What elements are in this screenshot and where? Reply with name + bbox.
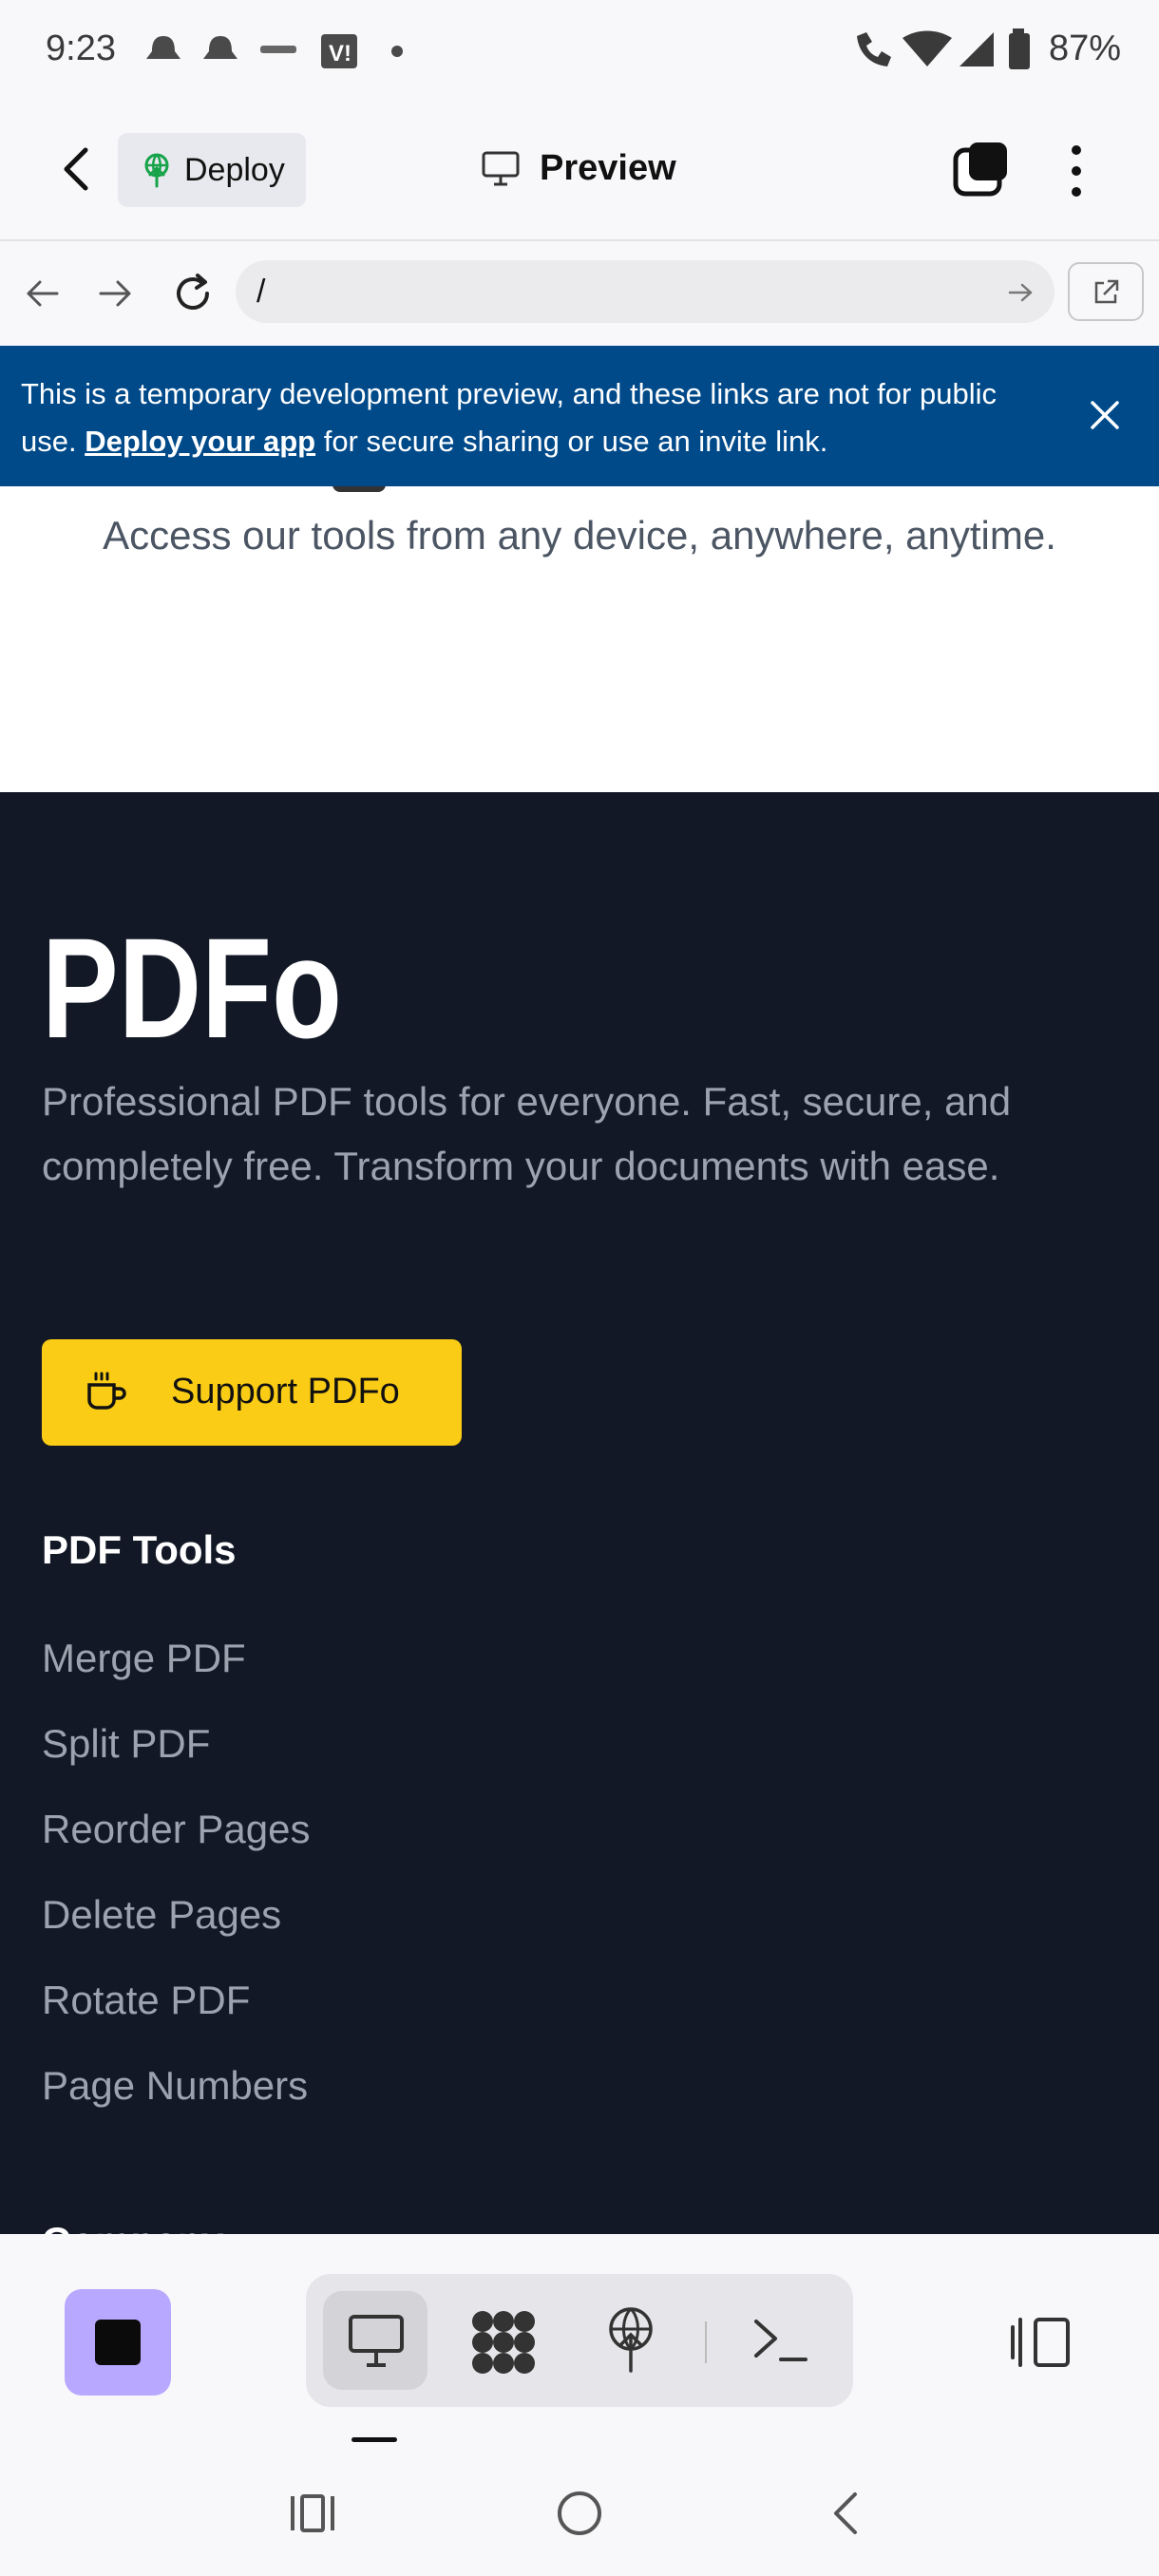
app-header: Deploy Preview bbox=[0, 99, 1159, 241]
home-icon[interactable] bbox=[555, 2489, 604, 2538]
arrow-left-icon[interactable] bbox=[23, 277, 61, 310]
deploy-globe-icon[interactable] bbox=[602, 2306, 659, 2373]
tabs-icon[interactable] bbox=[952, 141, 1009, 198]
workflow-icon[interactable] bbox=[469, 2308, 538, 2377]
banner-text: This is a temporary development preview,… bbox=[21, 370, 1047, 465]
open-external-button[interactable] bbox=[1068, 262, 1144, 321]
footer-link-rotate-pdf[interactable]: Rotate PDF bbox=[42, 1978, 250, 2023]
more-vert-icon[interactable] bbox=[1062, 141, 1091, 203]
url-text: / bbox=[256, 274, 266, 310]
active-tool-indicator bbox=[352, 2437, 397, 2442]
page-content[interactable]: Access our tools from any device, anywhe… bbox=[0, 486, 1159, 2234]
recents-icon[interactable] bbox=[289, 2492, 336, 2534]
system-nav-bar bbox=[0, 2453, 1159, 2576]
svg-text:V!: V! bbox=[329, 41, 352, 66]
browser-bar: / bbox=[0, 241, 1159, 346]
footer-link-split-pdf[interactable]: Split PDF bbox=[42, 1721, 210, 1767]
footer-link-merge-pdf[interactable]: Merge PDF bbox=[42, 1636, 246, 1681]
footer-link-delete-pages[interactable]: Delete Pages bbox=[42, 1892, 281, 1938]
system-back-icon[interactable] bbox=[828, 2491, 863, 2536]
clipped-element bbox=[332, 486, 386, 492]
reload-icon[interactable] bbox=[171, 272, 215, 315]
stop-icon bbox=[95, 2320, 141, 2365]
back-chevron-icon[interactable] bbox=[53, 142, 99, 196]
deploy-button[interactable]: Deploy bbox=[118, 133, 306, 207]
notification-icons: V! bbox=[146, 34, 403, 68]
layout-icon[interactable] bbox=[1009, 2316, 1074, 2369]
dev-preview-banner: This is a temporary development preview,… bbox=[0, 346, 1159, 486]
deploy-label: Deploy bbox=[184, 152, 285, 188]
deploy-app-link[interactable]: Deploy your app bbox=[85, 425, 315, 458]
bottom-toolbar bbox=[0, 2234, 1159, 2453]
hero-subtext: Access our tools from any device, anywhe… bbox=[103, 513, 1056, 558]
battery-icon bbox=[1009, 28, 1030, 69]
support-label: Support PDFo bbox=[171, 1372, 400, 1411]
company-heading: Company bbox=[42, 2219, 223, 2234]
external-link-icon bbox=[1094, 279, 1119, 304]
terminal-icon[interactable] bbox=[752, 2316, 809, 2365]
webview-tool-button[interactable] bbox=[323, 2291, 428, 2390]
status-time: 9:23 bbox=[46, 28, 116, 68]
pdfo-logo-text: PDFo bbox=[42, 935, 342, 1041]
footer-link-page-numbers[interactable]: Page Numbers bbox=[42, 2063, 308, 2109]
stop-button[interactable] bbox=[65, 2289, 171, 2396]
footer-link-reorder-pages[interactable]: Reorder Pages bbox=[42, 1807, 311, 1852]
footer-description: Professional PDF tools for everyone. Fas… bbox=[42, 1079, 1012, 1188]
support-button[interactable]: Support PDFo bbox=[42, 1339, 462, 1446]
go-arrow-icon[interactable] bbox=[1007, 281, 1036, 304]
preview-title: Preview bbox=[540, 148, 676, 188]
banner-text-after: for secure sharing or use an invite link… bbox=[315, 425, 828, 458]
coffee-icon bbox=[87, 1372, 126, 1410]
status-bar: 9:23 V! 87% bbox=[0, 0, 1159, 99]
url-field[interactable]: / bbox=[236, 260, 1054, 323]
site-footer: PDFo Professional PDF tools for everyone… bbox=[0, 792, 1159, 2234]
webview-icon bbox=[349, 2315, 404, 2367]
pdfo-logo: PDFo bbox=[42, 935, 342, 1041]
close-icon[interactable] bbox=[1089, 399, 1121, 431]
battery-percent: 87% bbox=[1048, 28, 1121, 68]
signal-icons bbox=[857, 30, 994, 66]
tool-divider bbox=[705, 2321, 707, 2363]
arrow-right-icon[interactable] bbox=[97, 277, 135, 310]
monitor-icon bbox=[482, 151, 520, 186]
deploy-icon bbox=[144, 153, 169, 188]
pdf-tools-heading: PDF Tools bbox=[42, 1527, 237, 1572]
tool-group bbox=[306, 2274, 853, 2407]
